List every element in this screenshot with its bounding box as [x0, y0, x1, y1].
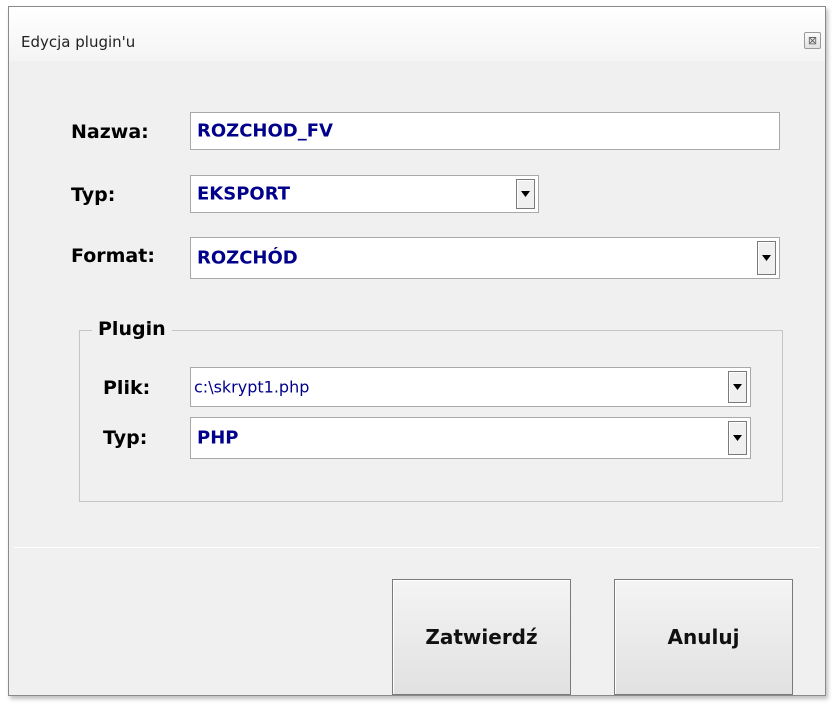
nazwa-input[interactable]: ROZCHOD_FV	[190, 112, 780, 150]
nazwa-label: Nazwa:	[71, 121, 149, 143]
typ-dropdown-button[interactable]	[516, 179, 535, 209]
dialog-client: Nazwa: ROZCHOD_FV Typ: EKSPORT Format: R…	[14, 62, 820, 695]
format-select[interactable]: ROZCHÓD	[190, 237, 780, 279]
plugin-group-legend: Plugin	[92, 318, 172, 340]
format-label: Format:	[71, 245, 155, 267]
nazwa-value: ROZCHOD_FV	[197, 120, 333, 142]
window-title: Edycja plugin'u	[21, 33, 136, 51]
title-bar[interactable]: Edycja plugin'u ⊠	[9, 7, 825, 61]
typ-value: EKSPORT	[197, 183, 291, 205]
chevron-down-icon	[733, 384, 742, 390]
dialog-window: Edycja plugin'u ⊠ Nazwa: ROZCHOD_FV Typ:…	[8, 6, 826, 696]
confirm-button[interactable]: Zatwierdź	[392, 579, 571, 695]
typ-select[interactable]: EKSPORT	[190, 175, 539, 213]
typ-label: Typ:	[71, 184, 116, 206]
plugin-groupbox	[79, 330, 783, 502]
close-icon: ⊠	[807, 34, 818, 47]
plugin-typ-dropdown-button[interactable]	[728, 421, 747, 455]
chevron-down-icon	[521, 191, 530, 197]
format-dropdown-button[interactable]	[757, 241, 776, 275]
chevron-down-icon	[762, 255, 771, 261]
plik-select[interactable]: c:\skrypt1.php	[190, 367, 751, 407]
plugin-typ-label: Typ:	[103, 427, 148, 449]
chevron-down-icon	[733, 435, 742, 441]
plik-label: Plik:	[103, 377, 151, 399]
close-button[interactable]: ⊠	[804, 32, 821, 49]
cancel-button[interactable]: Anuluj	[614, 579, 793, 695]
plugin-typ-value: PHP	[197, 427, 239, 449]
plugin-typ-select[interactable]: PHP	[190, 417, 751, 459]
footer-divider	[14, 547, 820, 548]
format-value: ROZCHÓD	[197, 247, 298, 269]
plik-value: c:\skrypt1.php	[194, 377, 310, 397]
plik-dropdown-button[interactable]	[728, 371, 747, 403]
